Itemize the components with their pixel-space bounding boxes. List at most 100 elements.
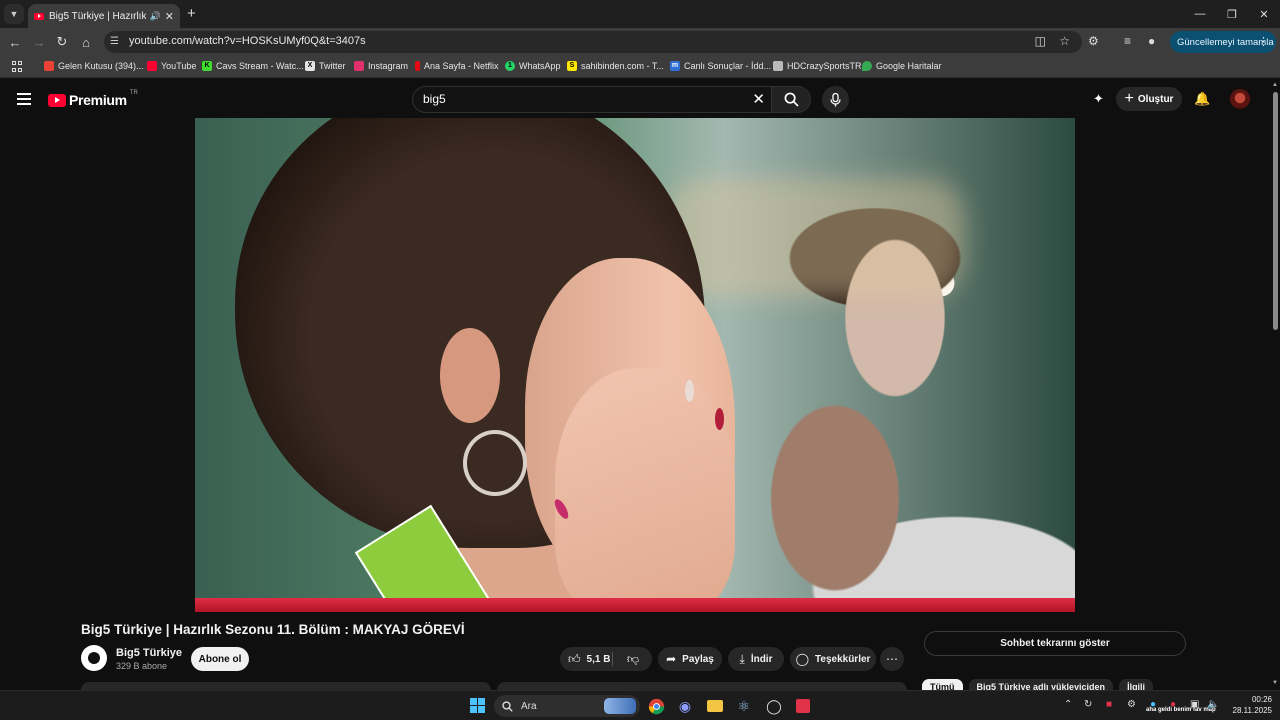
site-info-icon[interactable]: ☰: [110, 36, 122, 48]
tab-search-button[interactable]: ▼: [4, 4, 24, 24]
restore-button[interactable]: ❐: [1216, 0, 1248, 28]
bookmark-whatsapp[interactable]: 1 WhatsApp: [505, 61, 561, 71]
profile-icon[interactable]: ●: [1148, 34, 1155, 48]
bookmark-gmail[interactable]: Gelen Kutusu (394)...: [44, 61, 144, 71]
clear-search-icon[interactable]: ✕: [752, 90, 765, 108]
speaker-icon[interactable]: 🔊: [150, 11, 161, 22]
show-hidden-icons[interactable]: ⌃: [1064, 699, 1072, 710]
file-explorer-taskbar-icon[interactable]: [705, 696, 725, 716]
share-button[interactable]: ➦ Paylaş: [658, 647, 722, 671]
video-frame-red-banner: [195, 598, 1075, 612]
apps-grid-icon[interactable]: [12, 61, 23, 72]
bookmark-netflix[interactable]: Ana Sayfa - Netflix: [415, 61, 499, 71]
chrome-menu-icon[interactable]: ⋮: [1258, 35, 1269, 48]
like-divider: [612, 652, 613, 666]
taskbar-search[interactable]: Ara: [494, 695, 640, 717]
sync-icon[interactable]: ↻: [1084, 699, 1092, 710]
bookmark-label: Cavs Stream - Watc...: [216, 61, 304, 71]
subscribe-button[interactable]: Abone ol: [191, 647, 249, 671]
bookmark-hdcrazysports[interactable]: HDCrazySportsTR: [773, 61, 862, 71]
game-tray-icon[interactable]: ■: [1106, 699, 1112, 710]
microphone-icon: [830, 92, 841, 106]
url-text[interactable]: youtube.com/watch?v=HOSKsUMyf0Q&t=3407s: [129, 35, 366, 47]
notifications-bell-icon[interactable]: 🔔: [1194, 91, 1210, 107]
bookmark-label: WhatsApp: [519, 61, 561, 71]
channel-name[interactable]: Big5 Türkiye: [116, 647, 182, 659]
download-icon: ⤓: [739, 651, 745, 666]
netflix-icon: [415, 61, 420, 71]
volume-icon[interactable]: 🔈: [1207, 699, 1219, 710]
sparkle-icon[interactable]: ✦: [1093, 91, 1104, 107]
bookmark-instagram[interactable]: Instagram: [354, 61, 408, 71]
reading-list-icon[interactable]: ≡: [1124, 34, 1131, 48]
description-box[interactable]: [81, 682, 491, 690]
video-player[interactable]: [195, 118, 1075, 612]
bookmark-sahibinden[interactable]: Ssahibinden.com - T...: [567, 61, 664, 71]
bookmark-star-icon[interactable]: ☆: [1059, 34, 1070, 48]
search-button[interactable]: [771, 86, 811, 113]
new-tab-button[interactable]: +: [187, 5, 196, 22]
install-app-icon[interactable]: ◫: [1035, 34, 1046, 48]
video-frame-nail: [685, 380, 694, 402]
comment-box[interactable]: [497, 682, 907, 690]
steam-tray-icon[interactable]: ⚙: [1127, 699, 1136, 710]
avatar[interactable]: [1230, 89, 1250, 109]
extensions-icon[interactable]: ⚙: [1088, 34, 1099, 48]
window-close-button[interactable]: ✕: [1248, 0, 1280, 28]
scroll-up-icon[interactable]: ▲: [1272, 82, 1278, 88]
create-button[interactable]: + Oluştur: [1116, 87, 1182, 111]
windows-start-icon[interactable]: [470, 698, 485, 713]
bookmark-label: Canlı Sonuçlar - İdd...: [684, 61, 772, 71]
active-tab[interactable]: Big5 Türkiye | Hazırlık Sezonu 11. Bölüm…: [28, 4, 180, 28]
k-icon: K: [202, 61, 212, 71]
maps-icon: [862, 61, 872, 71]
game-launcher-taskbar-icon[interactable]: ◯: [764, 696, 784, 716]
system-clock[interactable]: 00:26 28.11.2025: [1226, 694, 1272, 716]
browser-toolbar: ← → ↻ ⌂ ☰ youtube.com/watch?v=HOSKsUMyf0…: [0, 28, 1280, 56]
bookmark-google-maps[interactable]: Google Haritalar: [862, 61, 942, 71]
channel-avatar[interactable]: [81, 645, 107, 671]
sahibinden-icon: S: [567, 61, 577, 71]
show-chat-replay-button[interactable]: Sohbet tekrarını göster: [924, 631, 1186, 656]
download-button[interactable]: ⤓ İndir: [728, 647, 784, 671]
more-actions-button[interactable]: ⋯: [880, 647, 904, 671]
address-bar[interactable]: ☰ youtube.com/watch?v=HOSKsUMyf0Q&t=3407…: [104, 31, 1082, 53]
scrollbar-thumb[interactable]: [1273, 92, 1278, 330]
bookmark-cavs-stream[interactable]: K Cavs Stream - Watc...: [202, 61, 304, 71]
steam-taskbar-icon[interactable]: ⚛: [734, 696, 754, 716]
tab-close-icon[interactable]: ✕: [165, 10, 174, 23]
search-input[interactable]: [423, 92, 743, 106]
chrome-taskbar-icon[interactable]: [646, 696, 666, 716]
super-thanks-icon: ◯: [795, 652, 810, 666]
bookmark-label: Twitter: [319, 61, 346, 71]
share-icon: ➦: [666, 652, 677, 666]
bookmark-twitter[interactable]: X Twitter: [305, 61, 346, 71]
youtube-icon: [147, 61, 157, 71]
reload-button[interactable]: ↻: [52, 32, 72, 52]
youtube-premium-logo[interactable]: Premium TR: [48, 90, 138, 108]
network-icon[interactable]: ▣: [1190, 699, 1199, 710]
bookmark-label: HDCrazySportsTR: [787, 61, 862, 71]
thanks-button[interactable]: ◯ Teşekkürler: [790, 647, 876, 671]
update-chrome-button[interactable]: Güncellemeyi tamamla ⋮: [1170, 31, 1276, 53]
gmail-icon: [44, 61, 54, 71]
bookmark-mackolik[interactable]: m Canlı Sonuçlar - İdd...: [670, 61, 771, 71]
menu-icon[interactable]: [17, 93, 31, 105]
back-button[interactable]: ←: [5, 32, 25, 52]
x-icon: X: [305, 61, 315, 71]
home-button[interactable]: ⌂: [76, 32, 96, 52]
voice-search-button[interactable]: [822, 86, 849, 113]
scroll-down-icon[interactable]: ▼: [1272, 680, 1278, 686]
tray-notification-text: aha geldi benim fav map: [1146, 707, 1216, 713]
bookmark-youtube[interactable]: YouTube: [147, 61, 196, 71]
like-count: 5,1 B: [586, 653, 611, 665]
windows-taskbar: Ara ◉ ⚛ ◯ ⌃ ↻ ■ ⚙ ● ● aha geldi benim fa…: [0, 690, 1280, 720]
forward-button[interactable]: →: [29, 32, 49, 52]
discord-taskbar-icon[interactable]: ◉: [675, 696, 695, 716]
minimize-button[interactable]: —: [1184, 0, 1216, 28]
search-box[interactable]: ✕: [412, 86, 771, 113]
country-code: TR: [129, 90, 138, 96]
page-scrollbar[interactable]: ▲ ▼: [1271, 80, 1280, 690]
dislike-button[interactable]: 👎︎: [614, 647, 652, 671]
valorant-taskbar-icon[interactable]: [793, 696, 813, 716]
